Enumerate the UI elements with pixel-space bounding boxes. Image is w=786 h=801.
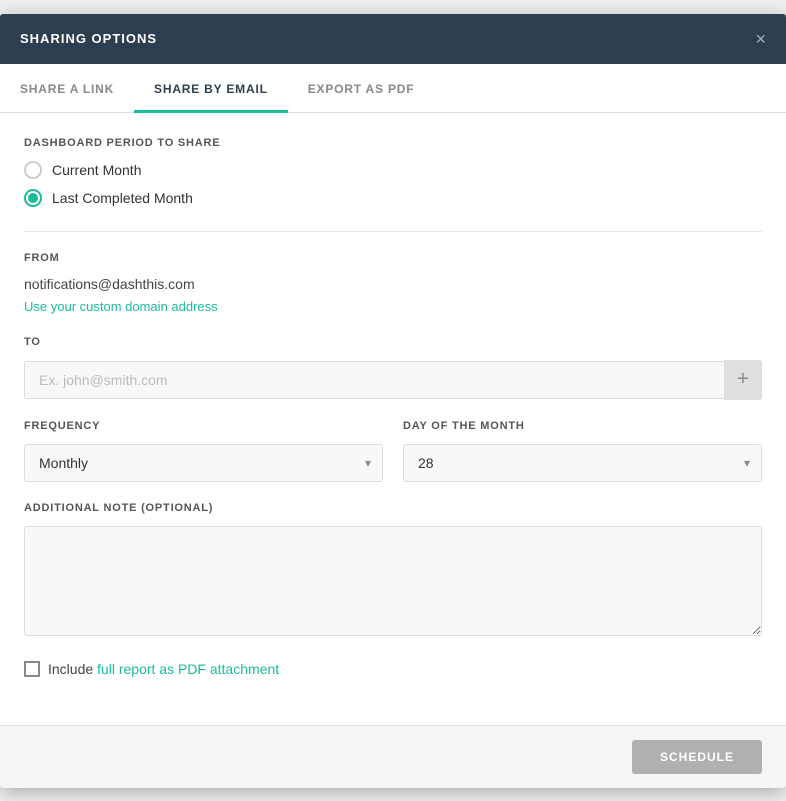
radio-last-completed-month-label: Last Completed Month: [52, 190, 193, 206]
divider: [24, 231, 762, 232]
additional-note-section: ADDITIONAL NOTE (OPTIONAL): [24, 502, 762, 641]
pdf-attachment-row: Include full report as PDF attachment: [24, 661, 762, 677]
from-section: FROM notifications@dashthis.com Use your…: [24, 252, 762, 316]
frequency-row: FREQUENCY Daily Weekly Monthly Quarterly…: [24, 420, 762, 482]
radio-current-month-input[interactable]: [24, 161, 42, 179]
day-of-month-select-wrapper: 1234 5678 9101112 13141516 17181920 2122…: [403, 444, 762, 482]
frequency-select-wrapper: Daily Weekly Monthly Quarterly ▾: [24, 444, 383, 482]
to-label: TO: [24, 336, 762, 348]
modal-title: SHARING OPTIONS: [20, 31, 157, 46]
modal-footer: SCHEDULE: [0, 725, 786, 788]
day-of-month-select[interactable]: 1234 5678 9101112 13141516 17181920 2122…: [403, 444, 762, 482]
radio-current-month[interactable]: Current Month: [24, 161, 762, 179]
tab-share-email[interactable]: SHARE BY EMAIL: [134, 64, 288, 113]
frequency-label: FREQUENCY: [24, 420, 383, 432]
pdf-attachment-checkbox[interactable]: [24, 661, 40, 677]
modal-body: DASHBOARD PERIOD TO SHARE Current Month …: [0, 137, 786, 725]
modal-header: SHARING OPTIONS ×: [0, 14, 786, 64]
email-input-row: +: [24, 360, 762, 400]
tabs-container: SHARE A LINK SHARE BY EMAIL EXPORT AS PD…: [0, 64, 786, 113]
pdf-attachment-label-link: full report as PDF attachment: [97, 661, 279, 677]
add-email-button[interactable]: +: [724, 360, 762, 400]
day-of-month-section: DAY OF THE MONTH 1234 5678 9101112 13141…: [403, 420, 762, 482]
frequency-select[interactable]: Daily Weekly Monthly Quarterly: [24, 444, 383, 482]
radio-last-completed-month-input[interactable]: [24, 189, 42, 207]
custom-domain-link[interactable]: Use your custom domain address: [24, 299, 218, 314]
pdf-attachment-label-prefix: Include: [48, 661, 97, 677]
pdf-attachment-label: Include full report as PDF attachment: [48, 661, 279, 677]
tab-export-pdf[interactable]: EXPORT AS PDF: [288, 64, 435, 113]
from-label: FROM: [24, 252, 762, 264]
dashboard-period-section: DASHBOARD PERIOD TO SHARE Current Month …: [24, 137, 762, 207]
schedule-button[interactable]: SCHEDULE: [632, 740, 762, 774]
email-input[interactable]: [24, 361, 724, 399]
frequency-section: FREQUENCY Daily Weekly Monthly Quarterly…: [24, 420, 383, 482]
day-of-month-label: DAY OF THE MONTH: [403, 420, 762, 432]
radio-current-month-label: Current Month: [52, 162, 141, 178]
sharing-options-modal: SHARING OPTIONS × SHARE A LINK SHARE BY …: [0, 14, 786, 788]
additional-note-textarea[interactable]: [24, 526, 762, 636]
tab-share-link[interactable]: SHARE A LINK: [0, 64, 134, 113]
dashboard-period-label: DASHBOARD PERIOD TO SHARE: [24, 137, 762, 149]
radio-last-completed-month[interactable]: Last Completed Month: [24, 189, 762, 207]
close-button[interactable]: ×: [755, 30, 766, 48]
from-address: notifications@dashthis.com: [24, 276, 762, 292]
to-section: TO +: [24, 336, 762, 400]
additional-note-label: ADDITIONAL NOTE (OPTIONAL): [24, 502, 762, 514]
